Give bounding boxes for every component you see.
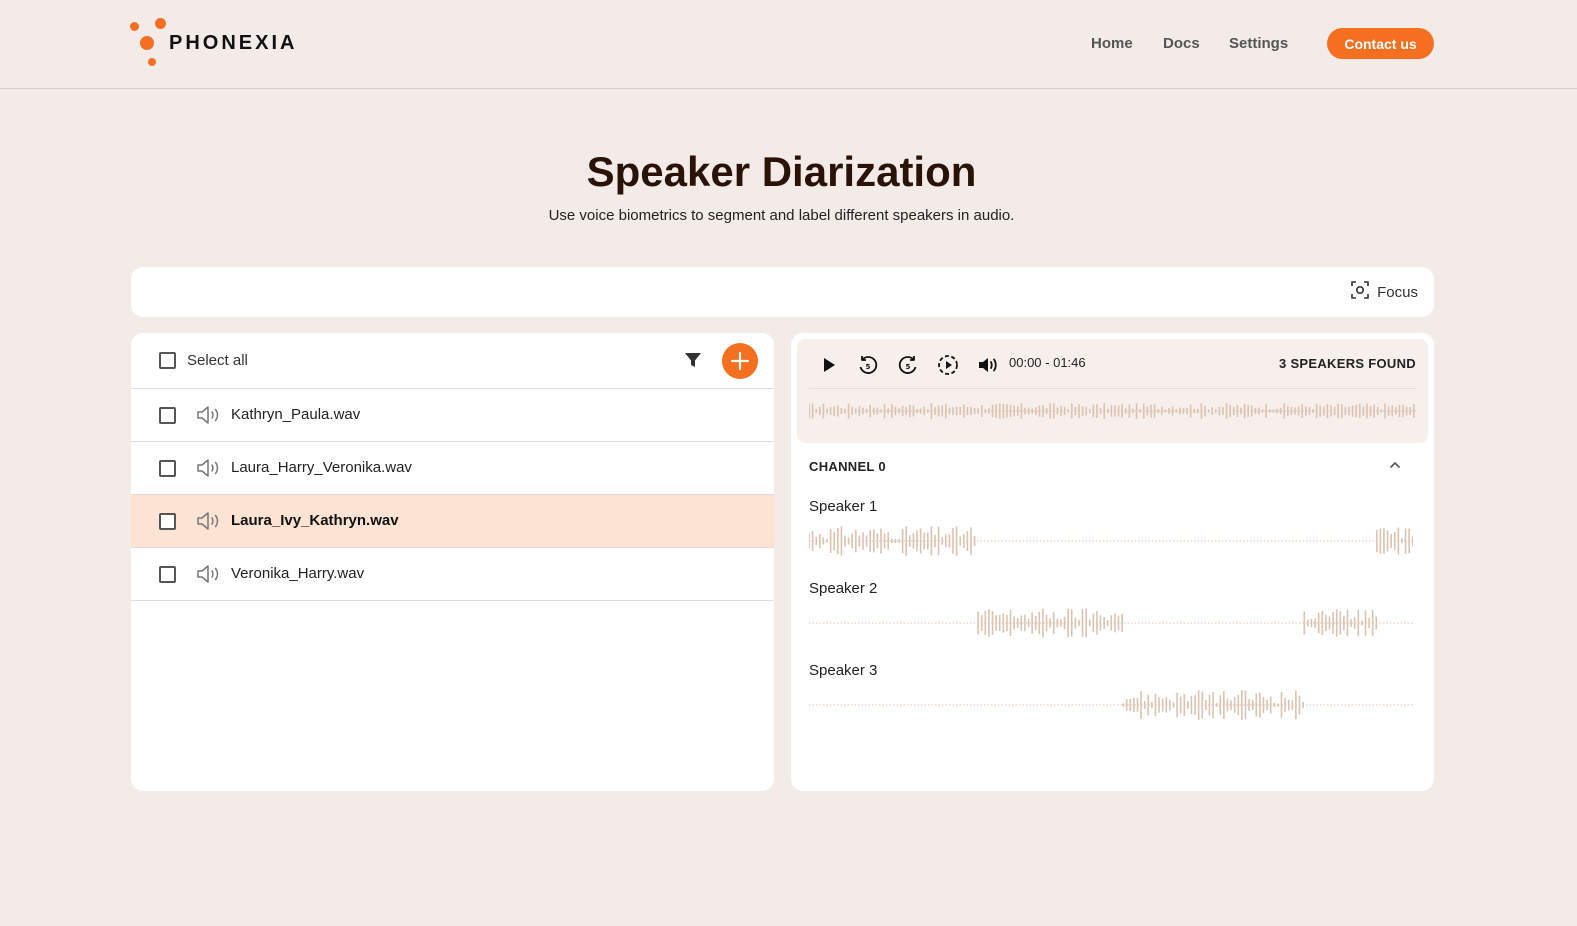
speaker-icon [195, 509, 223, 538]
file-row[interactable]: Laura_Harry_Veronika.wav [131, 442, 774, 495]
file-name: Laura_Harry_Veronika.wav [231, 459, 412, 476]
logo-dot [130, 22, 139, 31]
speaker-icon [195, 456, 223, 485]
file-name: Veronika_Harry.wav [231, 565, 365, 582]
file-row[interactable]: Veronika_Harry.wav [131, 548, 774, 601]
nav-docs-link[interactable]: Docs [1163, 35, 1200, 52]
phonexia-logo[interactable]: PHONEXIA [128, 16, 308, 70]
autoplay-icon [938, 355, 958, 375]
file-checkbox[interactable] [159, 460, 176, 477]
logo-dot [155, 18, 166, 29]
play-icon [824, 358, 835, 372]
speaker-icon [195, 562, 223, 591]
speaker-1-waveform[interactable] [809, 523, 1413, 559]
svg-text:5: 5 [906, 363, 911, 371]
channel-label: CHANNEL 0 [809, 459, 886, 474]
file-list-header: Select all [131, 333, 774, 389]
svg-text:5: 5 [866, 363, 871, 371]
file-name: Kathryn_Paula.wav [231, 406, 361, 423]
speaker-icon [195, 403, 223, 432]
volume-icon [979, 358, 997, 372]
speaker-1-label: Speaker 1 [809, 498, 878, 515]
player-controls-area: 5 5 00:00 - 01:46 3 SPEAKERS FOUND [797, 339, 1428, 443]
collapse-channel-button[interactable] [1387, 457, 1403, 478]
volume-button[interactable] [974, 351, 1002, 379]
overview-waveform[interactable] [809, 399, 1416, 423]
toolbar: Focus [131, 267, 1434, 317]
speaker-2-label: Speaker 2 [809, 580, 878, 597]
autoplay-button[interactable] [934, 351, 962, 379]
chevron-up-icon [1390, 462, 1400, 468]
forward-5s-button[interactable]: 5 [894, 351, 922, 379]
file-checkbox[interactable] [159, 407, 176, 424]
focus-icon [1351, 281, 1369, 303]
file-row[interactable]: Kathryn_Paula.wav [131, 389, 774, 442]
audio-player-panel: 5 5 00:00 - 01:46 3 SPEAKERS FOUND CHANN… [791, 333, 1434, 791]
filter-icon[interactable] [683, 350, 703, 375]
file-checkbox[interactable] [159, 566, 176, 583]
file-name: Laura_Ivy_Kathryn.wav [231, 512, 399, 529]
page-title: Speaker Diarization [586, 148, 977, 195]
nav-home-link[interactable]: Home [1091, 35, 1133, 52]
speakers-found-count: 3 SPEAKERS FOUND [1279, 356, 1416, 371]
top-navigation-bar: PHONEXIA Home Docs Settings Contact us [0, 0, 1577, 89]
file-row-selected[interactable]: Laura_Ivy_Kathryn.wav [131, 495, 774, 548]
select-all-checkbox[interactable] [159, 352, 176, 369]
forward-icon: 5 [898, 356, 917, 374]
file-checkbox[interactable] [159, 513, 176, 530]
speaker-3-label: Speaker 3 [809, 662, 878, 679]
plus-icon [730, 351, 750, 371]
add-file-button[interactable] [722, 343, 758, 379]
focus-label: Focus [1377, 283, 1418, 301]
play-button[interactable] [815, 351, 843, 379]
playback-time: 00:00 - 01:46 [1009, 355, 1086, 370]
divider [809, 388, 1416, 389]
speaker-3-waveform[interactable] [809, 687, 1413, 723]
logo-wordmark: PHONEXIA [169, 32, 298, 54]
focus-button[interactable]: Focus [1351, 281, 1418, 303]
logo-dot [148, 58, 156, 66]
page-subtitle: Use voice biometrics to segment and labe… [548, 207, 1015, 224]
select-all-label: Select all [187, 352, 248, 369]
rewind-icon: 5 [859, 356, 878, 374]
rewind-5s-button[interactable]: 5 [854, 351, 882, 379]
contact-us-button[interactable]: Contact us [1327, 28, 1434, 59]
logo-dot [140, 36, 154, 50]
nav-settings-link[interactable]: Settings [1229, 35, 1288, 52]
file-list-panel: Select all Kathryn_Paula.wav Laura_Harry… [131, 333, 774, 791]
speaker-2-waveform[interactable] [809, 605, 1413, 641]
